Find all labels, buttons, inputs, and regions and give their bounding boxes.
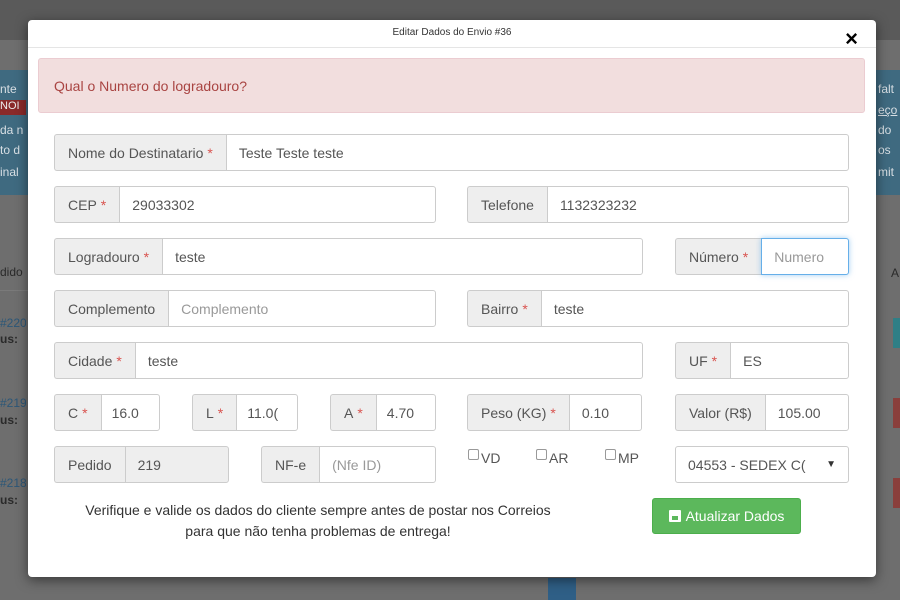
bg-status: us: xyxy=(0,493,18,507)
checkbox-mp[interactable]: MP xyxy=(605,448,639,466)
checkbox-ar[interactable]: AR xyxy=(536,448,569,466)
servico-select[interactable]: 04553 - SEDEX C( ▼ xyxy=(675,446,849,483)
numero-group: Número * xyxy=(675,238,849,275)
numero-input[interactable] xyxy=(761,238,849,275)
a-group: A * xyxy=(330,394,436,431)
a-input[interactable] xyxy=(375,394,436,431)
telefone-input[interactable] xyxy=(546,186,849,223)
logradouro-input[interactable] xyxy=(162,238,643,275)
checkbox-vd-box[interactable] xyxy=(468,448,479,460)
checkbox-vd-label: VD xyxy=(481,450,501,466)
servico-selected-value: 04553 - SEDEX C( xyxy=(688,456,806,473)
bg-action-button xyxy=(893,398,900,428)
destinatario-label: Nome do Destinatario * xyxy=(54,134,226,171)
update-data-button[interactable]: Atualizar Dados xyxy=(652,498,801,534)
checkbox-mp-box[interactable] xyxy=(605,448,616,460)
complemento-input[interactable] xyxy=(168,290,436,327)
l-input[interactable] xyxy=(236,394,298,431)
checkbox-ar-box[interactable] xyxy=(536,448,547,460)
logradouro-label: Logradouro * xyxy=(54,238,163,275)
bg-fragment: inal xyxy=(0,165,19,179)
complemento-group: Complemento xyxy=(54,290,436,327)
bg-status: us: xyxy=(0,413,18,427)
peso-group: Peso (KG) * xyxy=(467,394,642,431)
nfe-input[interactable] xyxy=(319,446,436,483)
peso-input[interactable] xyxy=(568,394,642,431)
valor-input[interactable] xyxy=(764,394,849,431)
bg-order-link: #219 xyxy=(0,396,26,410)
edit-shipment-modal: Editar Dados do Envio #36 × Qual o Numer… xyxy=(28,20,876,577)
notice-line-2: para que não tenha problemas de entrega! xyxy=(185,523,451,539)
alert-message: Qual o Numero do logradouro? xyxy=(54,78,248,94)
verification-notice: Verifique e valide os dados do cliente s… xyxy=(48,500,588,542)
c-group: C * xyxy=(54,394,160,431)
uf-label: UF * xyxy=(675,342,731,379)
cep-input[interactable] xyxy=(119,186,436,223)
bairro-input[interactable] xyxy=(540,290,849,327)
destinatario-input[interactable] xyxy=(225,134,849,171)
telefone-group: Telefone xyxy=(467,186,849,223)
bg-fragment: falt xyxy=(878,82,895,96)
bg-action-button xyxy=(893,318,900,348)
l-label: L * xyxy=(192,394,237,431)
logradouro-group: Logradouro * xyxy=(54,238,643,275)
nfe-group: NF-e xyxy=(261,446,436,483)
modal-title: Editar Dados do Envio #36 xyxy=(392,27,512,38)
c-label: C * xyxy=(54,394,101,431)
nfe-label: NF-e xyxy=(261,446,320,483)
cidade-input[interactable] xyxy=(134,342,643,379)
bg-divider xyxy=(0,290,28,291)
valor-group: Valor (R$) xyxy=(675,394,849,431)
bairro-group: Bairro * xyxy=(467,290,849,327)
bg-order-link: #220 xyxy=(0,316,26,330)
bg-fragment: da n xyxy=(0,123,24,137)
a-label: A * xyxy=(330,394,376,431)
bg-fragment: os xyxy=(878,143,891,157)
modal-header: Editar Dados do Envio #36 × xyxy=(28,20,876,50)
cep-label: CEP * xyxy=(54,186,120,223)
bairro-label: Bairro * xyxy=(467,290,541,327)
pedido-group: Pedido xyxy=(54,446,229,483)
save-icon xyxy=(668,510,681,522)
cep-group: CEP * xyxy=(54,186,436,223)
checkbox-vd[interactable]: VD xyxy=(468,448,501,466)
pedido-input xyxy=(124,446,229,483)
destinatario-group: Nome do Destinatario * xyxy=(54,134,849,171)
pedido-label: Pedido xyxy=(54,446,125,483)
uf-input[interactable] xyxy=(730,342,849,379)
peso-label: Peso (KG) * xyxy=(467,394,569,431)
bg-fragment: nte xyxy=(0,82,17,96)
bg-pagination-button xyxy=(548,578,576,600)
notice-line-1: Verifique e valide os dados do cliente s… xyxy=(85,502,551,518)
cidade-label: Cidade * xyxy=(54,342,135,379)
uf-group: UF * xyxy=(675,342,849,379)
bg-column-header: A xyxy=(891,266,900,280)
bg-column-header: dido xyxy=(0,265,23,279)
bg-status: us: xyxy=(0,332,18,346)
bg-action-button xyxy=(893,478,900,508)
valor-label: Valor (R$) xyxy=(675,394,765,431)
numero-label: Número * xyxy=(675,238,762,275)
telefone-label: Telefone xyxy=(467,186,547,223)
cidade-group: Cidade * xyxy=(54,342,643,379)
l-group: L * xyxy=(192,394,298,431)
bg-order-link: #218 xyxy=(0,476,26,490)
bg-fragment: to d xyxy=(0,143,21,157)
update-data-label: Atualizar Dados xyxy=(685,508,785,524)
bg-badge: NOI xyxy=(0,100,26,115)
c-input[interactable] xyxy=(100,394,160,431)
bg-fragment: do xyxy=(878,123,892,137)
bg-fragment: mit xyxy=(878,165,894,179)
bg-fragment: eço xyxy=(878,103,898,117)
chevron-down-icon: ▼ xyxy=(826,459,836,470)
close-icon[interactable]: × xyxy=(845,28,858,50)
complemento-label: Complemento xyxy=(54,290,169,327)
validation-alert: Qual o Numero do logradouro? xyxy=(38,58,865,113)
checkbox-ar-label: AR xyxy=(549,450,569,466)
checkbox-mp-label: MP xyxy=(618,450,639,466)
